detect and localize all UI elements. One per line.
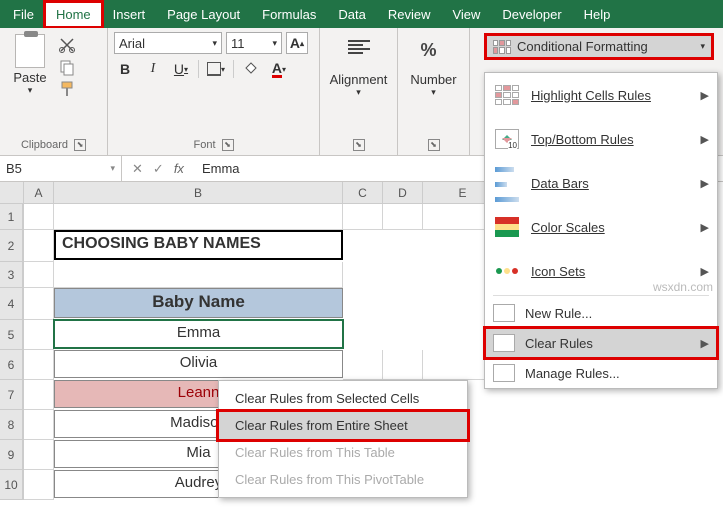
chevron-right-icon: ▶ (701, 133, 709, 146)
chevron-right-icon: ▶ (701, 337, 709, 350)
watermark: wsxdn.com (653, 280, 713, 294)
cut-icon[interactable] (58, 36, 78, 54)
clipboard-launcher[interactable]: ⬊ (74, 139, 86, 151)
number-button[interactable]: % Number ▾ (404, 32, 463, 98)
menu-insert[interactable]: Insert (102, 2, 157, 27)
conditional-formatting-menu: Highlight Cells Rules ▶ Top/Bottom Rules… (484, 72, 718, 389)
font-launcher[interactable]: ⬊ (222, 139, 234, 151)
formula-input[interactable]: Emma (194, 161, 248, 176)
menu-formulas[interactable]: Formulas (251, 2, 327, 27)
alignment-button[interactable]: Alignment ▾ (326, 32, 391, 98)
row-header[interactable]: 1 (0, 204, 23, 230)
group-clipboard: Paste ▾ Clipboard ⬊ (0, 28, 108, 155)
alignment-icon (348, 40, 370, 66)
font-color-button[interactable]: A▾ (268, 58, 290, 80)
cf-label: Conditional Formatting (517, 39, 648, 54)
menu-home[interactable]: Home (45, 2, 102, 27)
chevron-right-icon: ▶ (701, 177, 709, 190)
row-header[interactable]: 6 (0, 350, 23, 380)
chevron-right-icon: ▶ (701, 89, 709, 102)
row-header[interactable]: 5 (0, 320, 23, 350)
cell-b6[interactable]: Olivia (54, 350, 343, 378)
font-size-select[interactable]: 11▾ (226, 32, 282, 54)
font-name-select[interactable]: Arial▾ (114, 32, 222, 54)
col-header-d[interactable]: D (383, 182, 423, 204)
row-header[interactable]: 10 (0, 470, 23, 500)
percent-icon: % (421, 40, 447, 66)
row-header[interactable]: 3 (0, 262, 23, 288)
clear-entire-sheet[interactable]: Clear Rules from Entire Sheet (219, 412, 467, 439)
chevron-right-icon: ▶ (701, 221, 709, 234)
col-header-a[interactable]: A (24, 182, 54, 204)
accept-formula-icon[interactable]: ✓ (153, 161, 164, 177)
clipboard-label: Clipboard (21, 139, 68, 151)
select-all-corner[interactable] (0, 182, 24, 204)
row-header[interactable]: 8 (0, 410, 23, 440)
menu-developer[interactable]: Developer (491, 2, 572, 27)
cf-data-bars[interactable]: Data Bars ▶ (485, 161, 717, 205)
menu-view[interactable]: View (441, 2, 491, 27)
group-alignment: Alignment ▾ ⬊ (320, 28, 398, 155)
copy-icon[interactable] (58, 58, 78, 76)
cf-manage-rules[interactable]: Manage Rules... (485, 358, 717, 388)
conditional-formatting-button[interactable]: Conditional Formatting ▾ (484, 33, 714, 60)
column-header-cell[interactable]: Baby Name (54, 288, 343, 318)
menu-data[interactable]: Data (327, 2, 376, 27)
cf-new-rule[interactable]: New Rule... (485, 298, 717, 328)
row-header[interactable]: 7 (0, 380, 23, 410)
clear-this-pivot: Clear Rules from This PivotTable (219, 466, 467, 493)
menu-review[interactable]: Review (377, 2, 442, 27)
fx-icon[interactable]: fx (174, 161, 184, 177)
cancel-formula-icon[interactable]: ✕ (132, 161, 143, 177)
number-launcher[interactable]: ⬊ (428, 139, 440, 151)
conditional-formatting-icon (493, 40, 511, 54)
border-button[interactable]: ▾ (205, 58, 227, 80)
bold-button[interactable]: B (114, 58, 136, 80)
clear-rules-submenu: Clear Rules from Selected Cells Clear Ru… (218, 380, 468, 498)
paste-button[interactable]: Paste ▾ (6, 32, 54, 137)
menu-file[interactable]: File (2, 2, 45, 27)
row-header[interactable]: 2 (0, 230, 23, 262)
col-header-c[interactable]: C (343, 182, 383, 204)
row-headers: 1 2 3 4 5 6 7 8 9 10 (0, 204, 24, 500)
menu-bar: File Home Insert Page Layout Formulas Da… (0, 0, 723, 28)
group-font: Arial▾ 11▾ A▴ B I U▾ ▾ A▾ Font ⬊ (108, 28, 320, 155)
row-header[interactable]: 4 (0, 288, 23, 320)
paste-icon (15, 34, 45, 68)
cf-clear-rules[interactable]: Clear Rules ▶ (485, 328, 717, 358)
menu-help[interactable]: Help (573, 2, 622, 27)
italic-button[interactable]: I (142, 58, 164, 80)
format-painter-icon[interactable] (58, 80, 78, 98)
row-header[interactable]: 9 (0, 440, 23, 470)
cf-highlight-cells[interactable]: Highlight Cells Rules ▶ (485, 73, 717, 117)
clear-selected-cells[interactable]: Clear Rules from Selected Cells (219, 385, 467, 412)
cf-color-scales[interactable]: Color Scales ▶ (485, 205, 717, 249)
cf-top-bottom[interactable]: Top/Bottom Rules ▶ (485, 117, 717, 161)
clear-this-table: Clear Rules from This Table (219, 439, 467, 466)
chevron-right-icon: ▶ (701, 265, 709, 278)
group-number: % Number ▾ ⬊ (398, 28, 470, 155)
underline-button[interactable]: U▾ (170, 58, 192, 80)
increase-font-icon[interactable]: A▴ (286, 32, 308, 54)
cell-b5[interactable]: Emma (54, 320, 343, 348)
font-label: Font (193, 139, 215, 151)
menu-page-layout[interactable]: Page Layout (156, 2, 251, 27)
name-box[interactable]: B5▾ (0, 156, 122, 181)
paste-label: Paste (13, 70, 46, 85)
alignment-launcher[interactable]: ⬊ (353, 139, 365, 151)
col-header-b[interactable]: B (54, 182, 343, 204)
fill-color-button[interactable] (240, 58, 262, 80)
title-cell[interactable]: CHOOSING BABY NAMES (54, 230, 343, 260)
